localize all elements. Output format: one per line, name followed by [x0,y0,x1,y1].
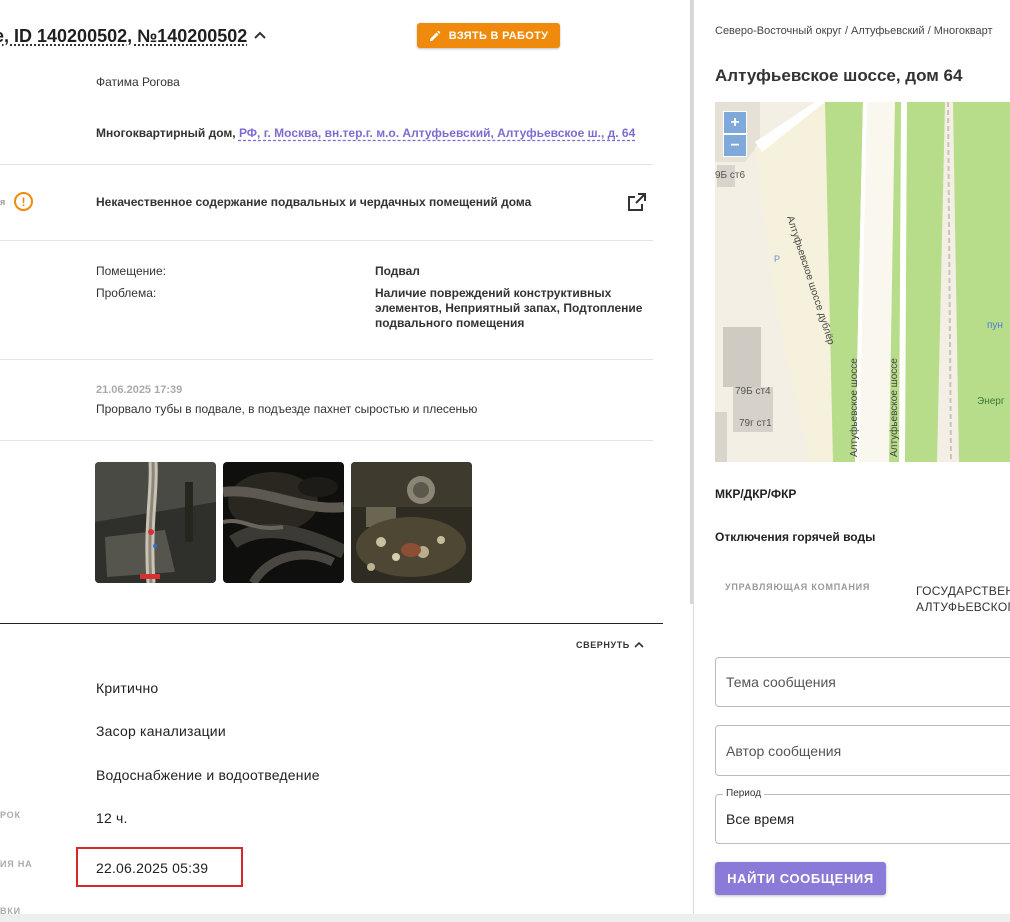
take-to-work-button[interactable]: ВЗЯТЬ В РАБОТУ [417,23,560,48]
map-canvas: 9Б ст6 79Б ст4 79г ст1 P Алтуфьевское шо… [715,102,1010,462]
detail-label-room: Помещение: [96,264,166,278]
divider [0,240,653,241]
photo-image [351,462,472,583]
address-panel: Северо-Восточный округ / Алтуфьевский / … [694,0,1010,922]
zoom-in-button[interactable]: + [723,111,747,134]
map-label: 9Б ст6 [715,170,745,181]
map-label: 79Б ст4 [735,386,771,397]
photo-image [223,462,344,583]
object-line: Многоквартирный дом, РФ, г. Москва, вн.т… [96,126,635,140]
section-divider [0,623,663,624]
photo-thumbnail[interactable] [223,462,344,583]
management-company-line: ГОСУДАРСТВЕН [916,584,1010,598]
detail-label-problem: Проблема: [96,286,157,300]
object-address-link[interactable]: РФ, г. Москва, вн.тер.г. м.о. Алтуфьевск… [239,126,635,140]
section-hot-water[interactable]: Отключения горячей воды [715,530,875,544]
priority-value: Критично [96,680,159,696]
zoom-out-button[interactable]: − [723,134,747,157]
subject-placeholder: Тема сообщения [726,674,836,690]
map-label: Алтуфьевское шоссе [888,358,900,457]
take-to-work-label: ВЗЯТЬ В РАБОТУ [448,29,549,42]
comment-time: 21.06.2025 17:39 [96,384,183,396]
detail-value-problem-line: Наличие повреждений конструктивных [375,286,612,300]
chevron-up-icon [634,641,644,648]
object-type: Многоквартирный дом, [96,126,236,140]
detail-value-room: Подвал [375,264,420,278]
deadline-value: 12 ч. [96,810,128,826]
period-select[interactable]: Период Все время [715,788,1010,844]
map-label: P [774,254,780,264]
due-date-label: ИЯ НА [0,859,33,869]
collapse-label: СВЕРНУТЬ [576,640,630,650]
bottom-strip [0,914,1010,922]
photo-thumbnail[interactable] [351,462,472,583]
section-mkr[interactable]: МКР/ДКР/ФКР [715,487,796,501]
subject-field[interactable]: Тема сообщения [715,657,1010,707]
map-label: Энерг [977,396,1005,407]
map-label: пун [987,320,1003,331]
detail-value-problem-line: подвального помещения [375,316,525,330]
comment-text: Прорвало тубы в подвале, в подъезде пахн… [96,402,478,416]
detail-value-problem-line: элементов, Неприятный запах, Подтопление [375,301,643,315]
period-label: Период [723,788,765,799]
photo-image [95,462,216,583]
map-zoom-control: + − [723,111,747,159]
map-label: 79г ст1 [739,418,772,429]
applicant-name: Фатима Рогова [96,75,180,89]
divider [0,164,653,165]
pencil-icon [429,30,440,41]
breadcrumb[interactable]: Северо-Восточный округ / Алтуфьевский / … [715,25,993,37]
problem-cut-label: я [0,197,7,207]
divider [0,440,653,441]
divider [0,359,653,360]
chevron-up-icon[interactable] [253,28,267,42]
address-title: Алтуфьевское шоссе, дом 64 [715,66,963,85]
open-external-icon[interactable] [627,192,647,212]
map[interactable]: 9Б ст6 79Б ст4 79г ст1 P Алтуфьевское шо… [715,102,1010,462]
author-placeholder: Автор сообщения [726,742,842,759]
collapse-button[interactable]: СВЕРНУТЬ [576,640,644,650]
problem-title: Некачественное содержание подвальных и ч… [96,195,532,209]
photo-thumbnail[interactable] [95,462,216,583]
management-company-label: УПРАВЛЯЮЩАЯ КОМПАНИЯ [725,582,871,592]
service-type-value: Водоснабжение и водоотведение [96,767,320,783]
deadline-label: РОК [0,810,21,820]
management-company-line: АЛТУФЬЕВСКОГ [916,600,1010,614]
find-messages-button[interactable]: НАЙТИ СООБЩЕНИЯ [715,862,886,895]
warning-icon: ! [14,192,33,211]
management-company-value: ГОСУДАРСТВЕН АЛТУФЬЕВСКОГ [916,583,1010,615]
author-field[interactable]: Автор сообщения [715,725,1010,776]
period-value: Все время [726,811,795,827]
category-value: Засор канализации [96,723,226,739]
request-panel: е, ID 140200502, №140200502 ВЗЯТЬ В РАБО… [0,0,690,922]
map-label: Алтуфьевское шоссе [848,358,860,457]
request-title[interactable]: е, ID 140200502, №140200502 [0,26,247,47]
highlight-box [76,847,243,887]
